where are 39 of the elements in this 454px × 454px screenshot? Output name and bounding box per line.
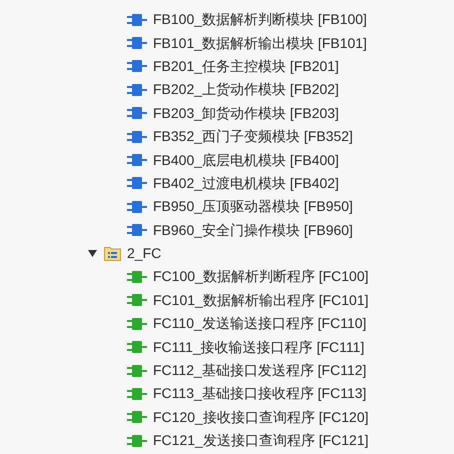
function-block-icon [127,37,147,50]
expand-arrow-icon[interactable] [88,250,98,258]
function-block-icon [127,107,147,120]
function-block-icon [127,60,147,72]
function-block-icon [127,200,147,213]
function-block-icon [127,84,147,96]
block-label[interactable]: FC110_发送输送接口程序 [FC110] [153,313,366,334]
block-label[interactable]: FB400_底层电机模块 [FB400] [153,150,339,171]
block-label[interactable]: FC101_数据解析输出程序 [FC101] [153,290,368,311]
folder-label[interactable]: 2_FC [127,243,162,264]
function-block-icon [127,14,147,26]
function-block-icon [127,294,147,306]
block-label[interactable]: FC100_数据解析判断程序 [FC100] [153,266,368,288]
block-label[interactable]: FB101_数据解析输出模块 [FB101] [153,32,367,54]
block-label[interactable]: FC113_基础接口接收程序 [FC113] [153,383,366,404]
block-label[interactable]: FB402_过渡电机模块 [FB402] [153,172,339,194]
block-label[interactable]: FB950_压顶驱动器模块 [FB950] [153,196,353,218]
function-block-icon [127,130,147,143]
function-block-icon [127,154,147,166]
function-block-icon [127,270,147,283]
function-block-icon [127,318,147,330]
function-block-icon [127,411,147,424]
block-label[interactable]: FB202_上货动作模块 [FB202] [153,79,339,100]
block-label[interactable]: FB100_数据解析判断模块 [FB100] [153,9,367,30]
block-label[interactable]: FC120_接收接口查询程序 [FC120] [153,406,368,428]
function-block-icon [127,177,147,190]
function-block-icon [127,224,147,236]
folder-icon [104,246,121,262]
block-label[interactable]: FB201_任务主控模块 [FB201] [153,56,339,77]
block-label[interactable]: FC112_基础接口发送程序 [FC112] [153,360,366,382]
block-label[interactable]: FB352_西门子变频模块 [FB352] [153,126,353,148]
function-block-icon [127,388,147,400]
function-block-icon [127,434,147,447]
block-label[interactable]: FB960_安全门操作模块 [FB960] [153,220,353,241]
function-block-icon [127,364,147,377]
block-label[interactable]: FB203_卸货动作模块 [FB203] [153,102,339,124]
block-label[interactable]: FC111_接收输送接口程序 [FC111] [153,336,364,358]
function-block-icon [127,341,147,354]
block-label[interactable]: FC121_发送接口查询程序 [FC121] [153,430,368,452]
